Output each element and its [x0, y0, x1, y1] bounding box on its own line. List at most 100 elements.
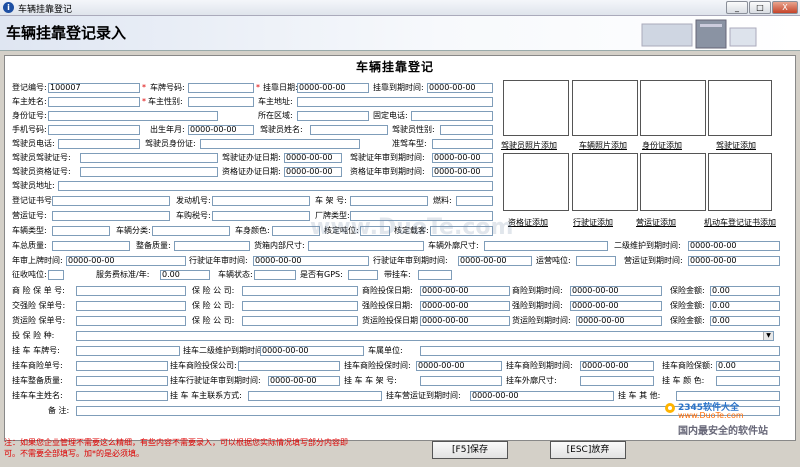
total-mass-input[interactable]: [52, 241, 130, 251]
annual-input[interactable]: 0000-00-00: [66, 256, 186, 266]
driver-photo-link[interactable]: 驾驶员照片添加: [501, 140, 557, 151]
cargo-size-input[interactable]: [308, 241, 424, 251]
t-unit-input[interactable]: [420, 346, 780, 356]
quasi-input[interactable]: [432, 139, 493, 149]
region-input[interactable]: [297, 111, 369, 121]
review-exp-input[interactable]: 0000-00-00: [458, 256, 532, 266]
qual-exp-input[interactable]: 0000-00-00: [432, 167, 493, 177]
cancel-button[interactable]: [ESC]放弃: [550, 441, 626, 459]
op-cert-input[interactable]: [52, 211, 170, 221]
maint-input[interactable]: 0000-00-00: [688, 241, 780, 251]
qual-photo-link[interactable]: 资格证添加: [508, 217, 548, 228]
t-ins-date-input[interactable]: 0000-00-00: [416, 361, 502, 371]
t-size-input[interactable]: [580, 376, 654, 386]
close-button[interactable]: X: [772, 1, 798, 14]
vstate-input[interactable]: [254, 270, 296, 280]
t-contact-input[interactable]: [248, 391, 382, 401]
t-curb-input[interactable]: [76, 376, 168, 386]
date-input[interactable]: 0000-00-00: [297, 83, 369, 93]
t-ins-amt-input[interactable]: 0.00: [716, 361, 780, 371]
cmp-date-input[interactable]: 0000-00-00: [420, 301, 510, 311]
op-ton-input[interactable]: [576, 256, 616, 266]
cargo-exp-input[interactable]: 0000-00-00: [576, 316, 662, 326]
idcard-photo-link[interactable]: 身份证添加: [642, 140, 682, 151]
t-ins-exp-input[interactable]: 0000-00-00: [580, 361, 654, 371]
cmp-exp-input[interactable]: 0000-00-00: [570, 301, 662, 311]
ins-co-input[interactable]: [242, 286, 358, 296]
vehicle-photo-link[interactable]: 车辆照片添加: [579, 140, 627, 151]
vtype-input[interactable]: [52, 226, 110, 236]
maximize-button[interactable]: □: [749, 1, 771, 14]
tax-ton-input[interactable]: [48, 270, 64, 280]
phone-input[interactable]: [411, 111, 493, 121]
owner-sex-input[interactable]: [188, 97, 254, 107]
idcard-photo-box[interactable]: [640, 80, 706, 136]
expire-input[interactable]: 0000-00-00: [427, 83, 493, 93]
purchase-tax-input[interactable]: [212, 211, 310, 221]
driver-name-input[interactable]: [310, 125, 388, 135]
lic-exp-input[interactable]: 0000-00-00: [432, 153, 493, 163]
drive-cert-photo-box[interactable]: [572, 153, 638, 211]
license-photo-link[interactable]: 驾驶证添加: [716, 140, 756, 151]
cargo-amt-input[interactable]: 0.00: [710, 316, 780, 326]
cargo-co-input[interactable]: [242, 316, 358, 326]
t-frame-input[interactable]: [420, 376, 502, 386]
cmp-co-input[interactable]: [242, 301, 358, 311]
driver-lic-input[interactable]: [80, 153, 218, 163]
t-ins-no-input[interactable]: [76, 361, 168, 371]
reg-cert-input[interactable]: [52, 196, 170, 206]
reg-no-input[interactable]: 100007: [48, 83, 140, 93]
cmp-no-input[interactable]: [76, 301, 186, 311]
t-op-exp-input[interactable]: 0000-00-00: [470, 391, 614, 401]
t-plate-input[interactable]: [76, 346, 180, 356]
t-color-input[interactable]: [716, 376, 780, 386]
cargo-date-input[interactable]: 0000-00-00: [420, 316, 510, 326]
vclass-input[interactable]: [152, 226, 230, 236]
vehicle-photo-box[interactable]: [572, 80, 638, 136]
frame-input[interactable]: [350, 196, 428, 206]
plate-input[interactable]: [188, 83, 254, 93]
mobile-input[interactable]: [48, 125, 140, 135]
qual-no-input[interactable]: [80, 167, 218, 177]
license-photo-box[interactable]: [708, 80, 772, 136]
cmp-amt-input[interactable]: 0.00: [710, 301, 780, 311]
curb-input[interactable]: [174, 241, 250, 251]
owner-name-input[interactable]: [48, 97, 140, 107]
vsize-input[interactable]: [484, 241, 608, 251]
drive-cert-photo-link[interactable]: 行驶证添加: [573, 217, 613, 228]
t-review-exp-input[interactable]: 0000-00-00: [268, 376, 340, 386]
driver-addr-input[interactable]: [58, 181, 493, 191]
t-maint-input[interactable]: 0000-00-00: [260, 346, 364, 356]
cargo-no-input[interactable]: [76, 316, 186, 326]
ins-type-select[interactable]: ▼: [76, 331, 774, 341]
driver-phone-input[interactable]: [58, 139, 140, 149]
op-cert-photo-link[interactable]: 营运证添加: [636, 217, 676, 228]
service-fee-input[interactable]: 0.00: [160, 270, 210, 280]
idcard-input[interactable]: [48, 111, 218, 121]
engine-input[interactable]: [212, 196, 310, 206]
qual-photo-box[interactable]: [503, 153, 569, 211]
reg-cert-photo-link[interactable]: 机动车登记证书添加: [704, 217, 776, 228]
t-owner-input[interactable]: [76, 391, 168, 401]
driver-sex-input[interactable]: [440, 125, 493, 135]
op-exp-input[interactable]: 0000-00-00: [688, 256, 780, 266]
birth-input[interactable]: 0000-00-00: [188, 125, 254, 135]
ins-exp-input[interactable]: 0000-00-00: [570, 286, 662, 296]
owner-addr-input[interactable]: [297, 97, 493, 107]
review-input[interactable]: 0000-00-00: [253, 256, 369, 266]
gps-input[interactable]: [348, 270, 378, 280]
driver-photo-box[interactable]: [503, 80, 569, 136]
save-button[interactable]: [F5]保存: [432, 441, 508, 459]
ins-no-input[interactable]: [76, 286, 186, 296]
driver-id-input[interactable]: [200, 139, 360, 149]
lic-date-input[interactable]: 0000-00-00: [284, 153, 342, 163]
ins-date-input[interactable]: 0000-00-00: [420, 286, 510, 296]
op-cert-photo-box[interactable]: [640, 153, 706, 211]
reg-cert-photo-box[interactable]: [708, 153, 772, 211]
minimize-button[interactable]: _: [726, 1, 748, 14]
fuel-input[interactable]: [456, 196, 493, 206]
ins-amt-input[interactable]: 0.00: [710, 286, 780, 296]
t-ins-co-input[interactable]: [238, 361, 340, 371]
qual-date-input[interactable]: 0000-00-00: [284, 167, 342, 177]
trailer-input[interactable]: [418, 270, 452, 280]
